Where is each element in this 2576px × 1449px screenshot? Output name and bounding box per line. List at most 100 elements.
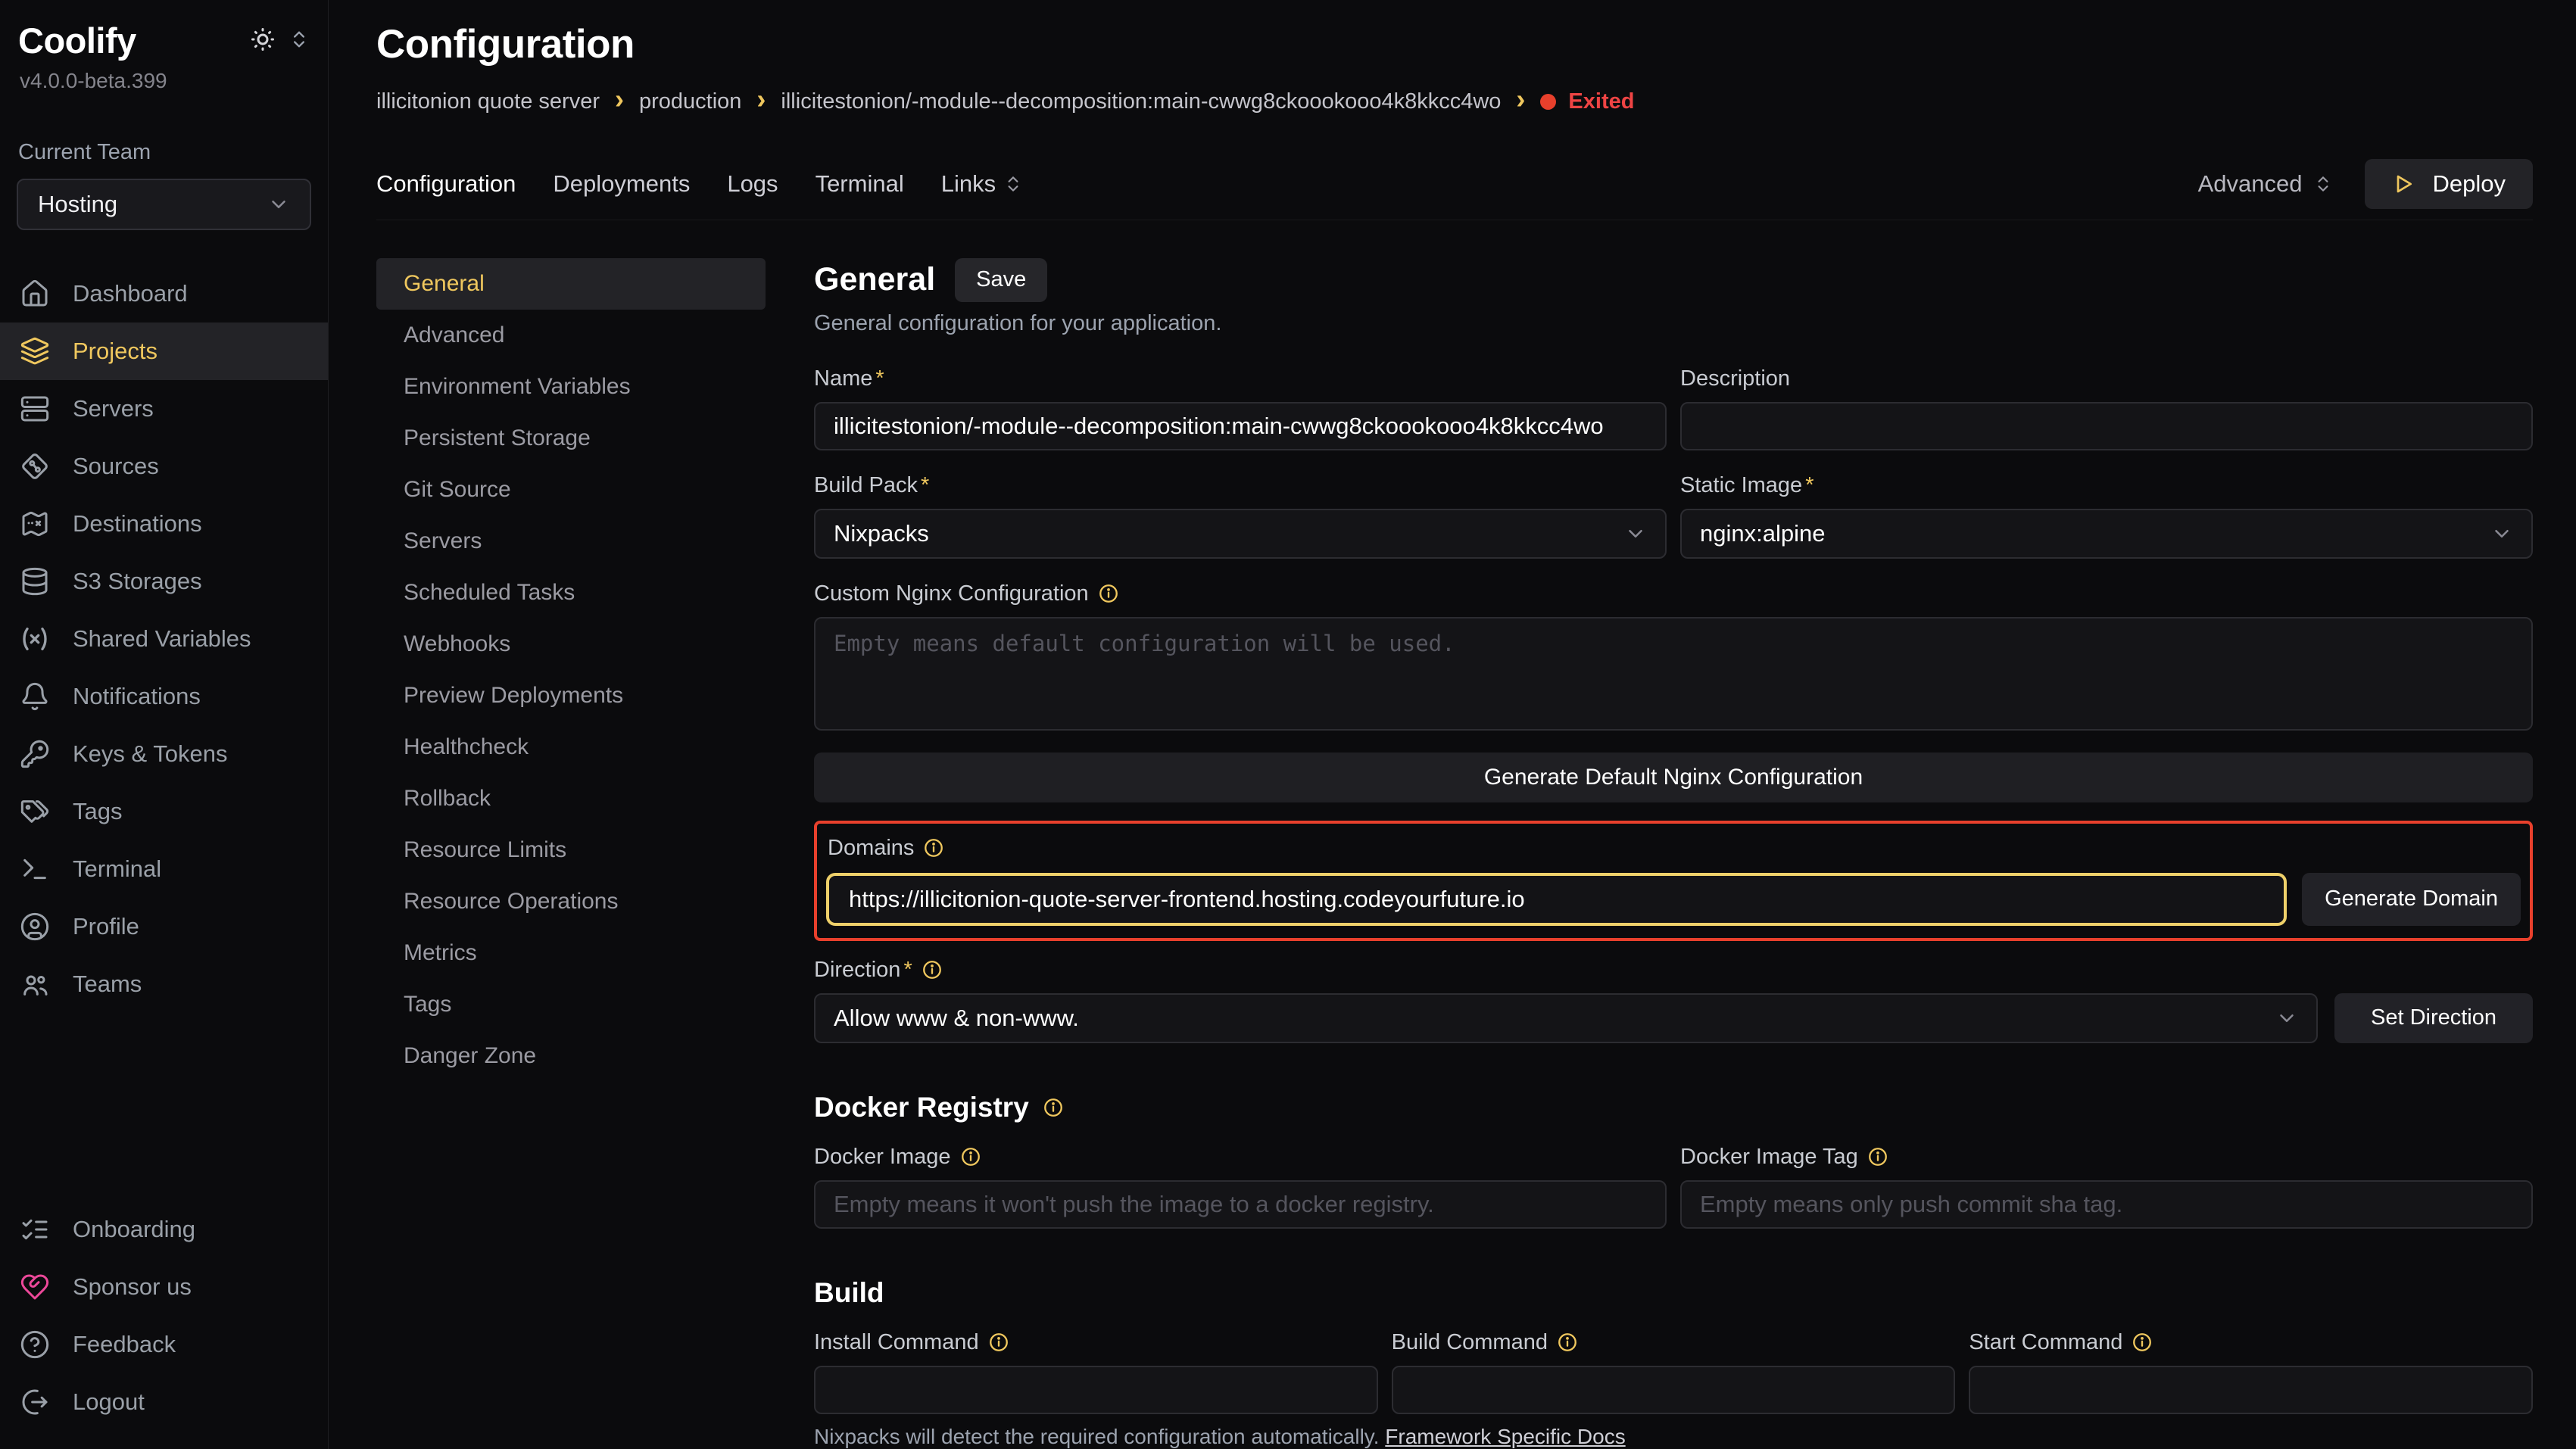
- build-command-label: Build Command: [1392, 1330, 1548, 1355]
- tab-deployments[interactable]: Deployments: [553, 170, 690, 198]
- status-dot-icon: [1540, 94, 1556, 110]
- sidebar: Coolify v4.0.0-beta.399 Current Team Hos…: [0, 0, 329, 1449]
- build-command-input[interactable]: [1392, 1366, 1956, 1414]
- direction-select[interactable]: Allow www & non-www.: [814, 993, 2318, 1043]
- generate-domain-button[interactable]: Generate Domain: [2302, 873, 2521, 926]
- heart-handshake-icon: [20, 1272, 50, 1302]
- config-menu-git-source[interactable]: Git Source: [376, 464, 766, 516]
- breadcrumb-environment[interactable]: production: [639, 89, 741, 114]
- info-icon: [1557, 1332, 1578, 1353]
- deploy-button[interactable]: Deploy: [2365, 159, 2534, 209]
- description-label: Description: [1680, 366, 1790, 391]
- key-icon: [20, 739, 50, 769]
- config-menu-tags[interactable]: Tags: [376, 979, 766, 1030]
- sidebar-item-notifications[interactable]: Notifications: [0, 668, 328, 725]
- install-command-input[interactable]: [814, 1366, 1378, 1414]
- status-text: Exited: [1568, 89, 1634, 114]
- breadcrumb-application[interactable]: illicitestonion/-module--decomposition:m…: [781, 89, 1501, 114]
- sidebar-item-teams[interactable]: Teams: [0, 955, 328, 1013]
- sidebar-item-terminal[interactable]: Terminal: [0, 840, 328, 898]
- config-menu-preview-deployments[interactable]: Preview Deployments: [376, 670, 766, 721]
- sidebar-item-label: Shared Variables: [73, 625, 251, 653]
- generate-nginx-config-button[interactable]: Generate Default Nginx Configuration: [814, 753, 2533, 802]
- theme-toggle-sun-icon[interactable]: [249, 26, 276, 53]
- config-menu-servers[interactable]: Servers: [376, 516, 766, 567]
- sidebar-item-s3-storages[interactable]: S3 Storages: [0, 553, 328, 610]
- app-logo: Coolify: [18, 20, 136, 61]
- tab-configuration[interactable]: Configuration: [376, 170, 516, 198]
- sidebar-item-label: Servers: [73, 395, 154, 422]
- sidebar-item-label: Sponsor us: [73, 1273, 192, 1301]
- sidebar-item-label: Teams: [73, 971, 142, 998]
- tab-logs[interactable]: Logs: [727, 170, 778, 198]
- build-pack-select[interactable]: Nixpacks: [814, 509, 1667, 559]
- domains-input[interactable]: [826, 873, 2287, 926]
- domains-label: Domains: [828, 836, 914, 861]
- config-menu-danger-zone[interactable]: Danger Zone: [376, 1030, 766, 1082]
- tab-terminal[interactable]: Terminal: [816, 170, 904, 198]
- docker-registry-heading: Docker Registry: [814, 1092, 1029, 1123]
- static-image-select[interactable]: nginx:alpine: [1680, 509, 2533, 559]
- map-icon: [20, 509, 50, 539]
- chevron-right-icon: ›: [1516, 89, 1525, 115]
- sidebar-item-tags[interactable]: Tags: [0, 783, 328, 840]
- general-form: General Save General configuration for y…: [814, 258, 2533, 1449]
- advanced-dropdown[interactable]: Advanced: [2198, 170, 2333, 198]
- domains-fieldset: Domains Generate Domain: [814, 821, 2533, 941]
- config-menu-metrics[interactable]: Metrics: [376, 927, 766, 979]
- sidebar-item-profile[interactable]: Profile: [0, 898, 328, 955]
- info-icon: [2132, 1332, 2153, 1353]
- config-menu-advanced[interactable]: Advanced: [376, 310, 766, 361]
- name-input[interactable]: [814, 402, 1667, 450]
- sidebar-item-label: Onboarding: [73, 1216, 195, 1243]
- sidebar-item-dashboard[interactable]: Dashboard: [0, 265, 328, 323]
- description-input[interactable]: [1680, 402, 2533, 450]
- config-menu-general[interactable]: General: [376, 258, 766, 310]
- save-button[interactable]: Save: [955, 258, 1047, 302]
- sidebar-item-label: Feedback: [73, 1331, 176, 1358]
- sidebar-item-sources[interactable]: Sources: [0, 438, 328, 495]
- nginx-config-textarea[interactable]: [814, 617, 2533, 731]
- tab-bar: Configuration Deployments Logs Terminal …: [376, 159, 2533, 220]
- set-direction-button[interactable]: Set Direction: [2334, 993, 2533, 1043]
- tab-links-label: Links: [941, 170, 996, 198]
- configuration-menu: General Advanced Environment Variables P…: [376, 258, 766, 1449]
- start-command-input[interactable]: [1969, 1366, 2533, 1414]
- tags-icon: [20, 796, 50, 827]
- home-icon: [20, 279, 50, 309]
- team-select[interactable]: Hosting: [17, 179, 311, 230]
- config-menu-scheduled-tasks[interactable]: Scheduled Tasks: [376, 567, 766, 619]
- sidebar-collapse-chevrons-icon[interactable]: [288, 29, 310, 50]
- config-menu-webhooks[interactable]: Webhooks: [376, 619, 766, 670]
- tab-links[interactable]: Links: [941, 170, 1023, 198]
- sidebar-item-logout[interactable]: Logout: [0, 1373, 328, 1431]
- config-menu-resource-limits[interactable]: Resource Limits: [376, 824, 766, 876]
- chevron-right-icon: ›: [615, 89, 624, 115]
- sidebar-item-shared-variables[interactable]: Shared Variables: [0, 610, 328, 668]
- info-icon: [960, 1146, 981, 1167]
- breadcrumb-project[interactable]: illicitonion quote server: [376, 89, 600, 114]
- sidebar-item-label: Dashboard: [73, 280, 188, 307]
- config-menu-healthcheck[interactable]: Healthcheck: [376, 721, 766, 773]
- sidebar-item-destinations[interactable]: Destinations: [0, 495, 328, 553]
- sidebar-item-projects[interactable]: Projects: [0, 323, 328, 380]
- sidebar-item-servers[interactable]: Servers: [0, 380, 328, 438]
- chevron-down-icon: [2490, 522, 2513, 545]
- config-menu-environment-variables[interactable]: Environment Variables: [376, 361, 766, 413]
- sidebar-item-feedback[interactable]: Feedback: [0, 1316, 328, 1373]
- config-menu-resource-operations[interactable]: Resource Operations: [376, 876, 766, 927]
- config-menu-rollback[interactable]: Rollback: [376, 773, 766, 824]
- sidebar-item-onboarding[interactable]: Onboarding: [0, 1201, 328, 1258]
- database-icon: [20, 566, 50, 597]
- framework-docs-link[interactable]: Framework Specific Docs: [1385, 1425, 1625, 1448]
- docker-image-tag-input[interactable]: [1680, 1180, 2533, 1229]
- chevrons-up-down-icon: [2313, 174, 2333, 194]
- sidebar-item-keys-tokens[interactable]: Keys & Tokens: [0, 725, 328, 783]
- sidebar-item-sponsor[interactable]: Sponsor us: [0, 1258, 328, 1316]
- config-menu-persistent-storage[interactable]: Persistent Storage: [376, 413, 766, 464]
- sidebar-item-label: Sources: [73, 453, 159, 480]
- chevron-down-icon: [2275, 1007, 2298, 1030]
- chevron-down-icon: [1624, 522, 1647, 545]
- docker-image-tag-label: Docker Image Tag: [1680, 1145, 1858, 1170]
- docker-image-input[interactable]: [814, 1180, 1667, 1229]
